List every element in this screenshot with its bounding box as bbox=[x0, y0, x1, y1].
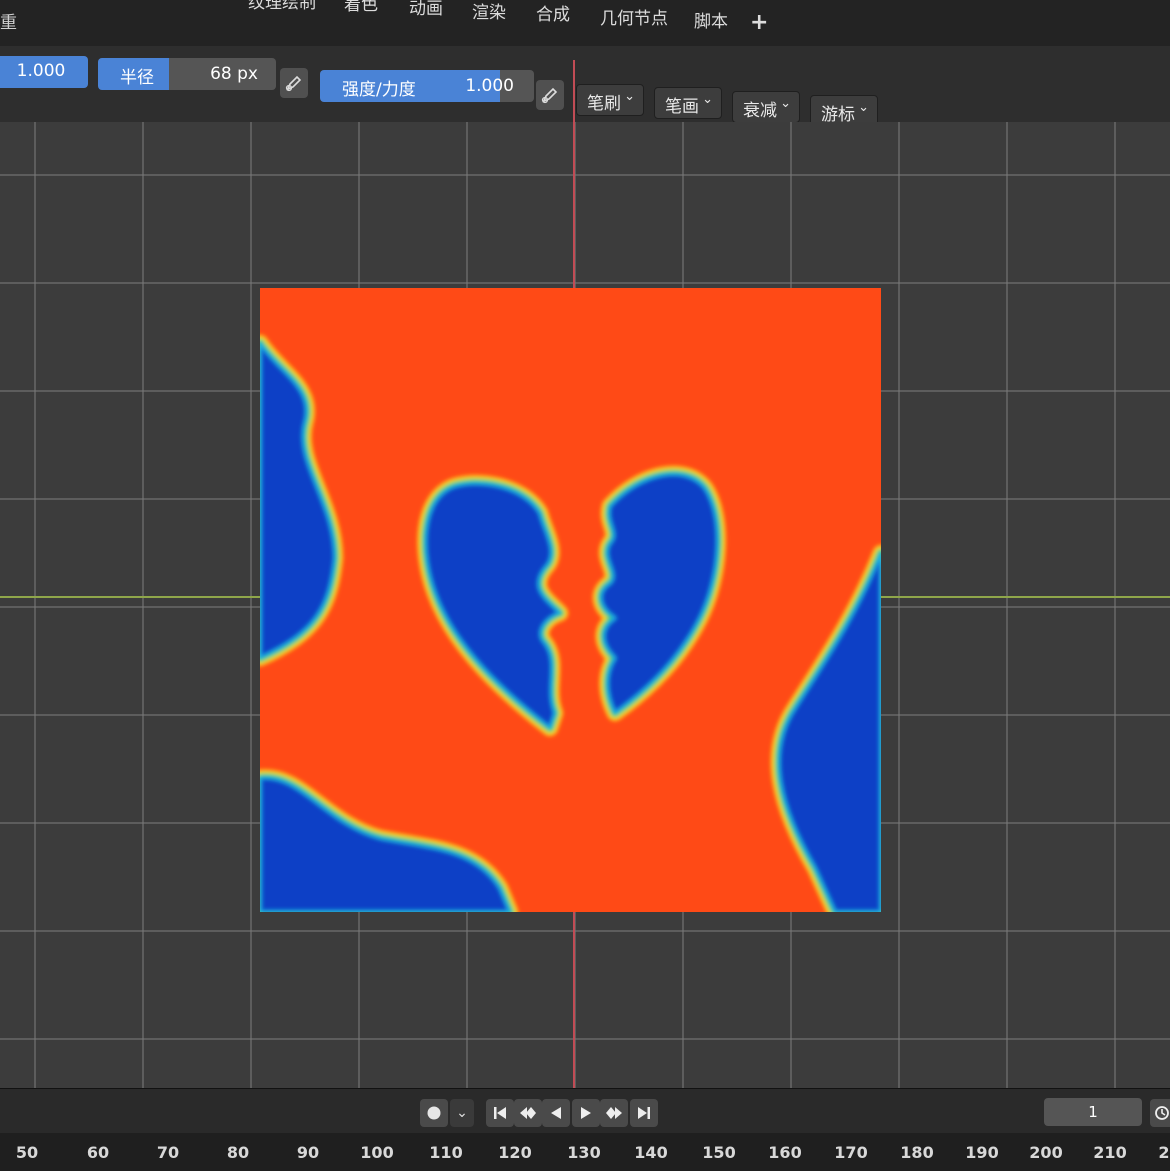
ruler-tick: 170 bbox=[834, 1143, 868, 1162]
strength-label: 强度/力度 bbox=[342, 80, 416, 100]
heatmap-paint-layer bbox=[260, 335, 881, 912]
tab-geometry-nodes[interactable]: 几何节点 bbox=[596, 2, 672, 38]
ruler-tick: 210 bbox=[1093, 1143, 1127, 1162]
tab-shading[interactable]: 着色 bbox=[340, 0, 382, 24]
ruler-tick: 180 bbox=[900, 1143, 934, 1162]
chevron-down-icon: ⌄ bbox=[702, 92, 713, 107]
play-icon[interactable] bbox=[572, 1099, 600, 1127]
radius-value: 68 px bbox=[210, 64, 258, 84]
record-icon[interactable] bbox=[420, 1099, 448, 1127]
jump-end-icon[interactable] bbox=[630, 1099, 658, 1127]
strength-value-field[interactable]: 1.000 bbox=[0, 56, 88, 88]
ruler-tick: 130 bbox=[567, 1143, 601, 1162]
stroke-dropdown[interactable]: 笔画 ⌄ bbox=[654, 87, 722, 119]
ruler-tick: 120 bbox=[498, 1143, 532, 1162]
chevron-down-icon: ⌄ bbox=[780, 96, 791, 111]
tab-scripting[interactable]: 脚本 bbox=[690, 5, 732, 41]
workspace-bar: 重 纹理绘制 着色 动画 渲染 合成 几何节点 脚本 + bbox=[0, 0, 1170, 47]
frame-ruler[interactable]: 50 60 70 80 90 100 110 120 130 140 150 1… bbox=[0, 1133, 1170, 1171]
ruler-tick: 200 bbox=[1029, 1143, 1063, 1162]
ruler-tick: 160 bbox=[768, 1143, 802, 1162]
strength-value-text: 1.000 bbox=[16, 61, 66, 81]
ruler-tick: 80 bbox=[226, 1143, 250, 1162]
stroke-dropdown-label: 笔画 bbox=[665, 97, 699, 117]
prev-keyframe-icon[interactable] bbox=[514, 1099, 542, 1127]
jump-start-icon[interactable] bbox=[486, 1099, 514, 1127]
falloff-dropdown[interactable]: 衰减 ⌄ bbox=[732, 91, 800, 123]
ruler-tick: 140 bbox=[634, 1143, 668, 1162]
pen-pressure-icon[interactable] bbox=[536, 80, 564, 110]
current-frame-field[interactable]: 1 bbox=[1044, 1098, 1142, 1126]
ruler-tick: 2 bbox=[1158, 1143, 1170, 1162]
ruler-tick: 70 bbox=[156, 1143, 180, 1162]
add-workspace-button[interactable]: + bbox=[746, 6, 772, 42]
ruler-tick: 150 bbox=[702, 1143, 736, 1162]
brush-dropdown[interactable]: 笔刷 ⌄ bbox=[576, 84, 644, 116]
chevron-down-icon: ⌄ bbox=[624, 89, 635, 104]
brush-dropdown-label: 笔刷 bbox=[587, 94, 621, 114]
radius-field[interactable]: 半径 68 px bbox=[98, 58, 276, 90]
strength-field[interactable]: 强度/力度 1.000 bbox=[320, 70, 534, 102]
ruler-tick: 50 bbox=[15, 1143, 39, 1162]
ruler-tick: 90 bbox=[296, 1143, 320, 1162]
chevron-down-icon: ⌄ bbox=[858, 100, 869, 115]
tab-animation[interactable]: 动画 bbox=[405, 0, 447, 28]
next-keyframe-icon[interactable] bbox=[600, 1099, 628, 1127]
timeline-panel: ⌄ 1 50 60 70 80 90 100 110 120 130 140 1… bbox=[0, 1088, 1170, 1171]
ruler-tick: 100 bbox=[360, 1143, 394, 1162]
tab-rendering[interactable]: 渲染 bbox=[468, 0, 510, 32]
ruler-tick: 110 bbox=[429, 1143, 463, 1162]
ruler-tick: 190 bbox=[965, 1143, 999, 1162]
falloff-dropdown-label: 衰减 bbox=[743, 101, 777, 121]
radius-label: 半径 bbox=[120, 68, 154, 88]
ruler-tick: 60 bbox=[86, 1143, 110, 1162]
chevron-down-icon[interactable]: ⌄ bbox=[450, 1099, 474, 1127]
pen-pressure-icon[interactable] bbox=[280, 68, 308, 98]
tab-compositing[interactable]: 合成 bbox=[532, 0, 574, 34]
left-menu-fragment[interactable]: 重 bbox=[0, 8, 17, 33]
tab-texture-paint[interactable]: 纹理绘制 bbox=[244, 0, 320, 22]
strength-value: 1.000 bbox=[465, 76, 514, 96]
painted-texture-canvas[interactable] bbox=[260, 288, 881, 912]
clock-icon[interactable] bbox=[1150, 1099, 1170, 1127]
play-reverse-icon[interactable] bbox=[542, 1099, 570, 1127]
tool-header: 1.000 半径 68 px 强度/力度 1.000 笔刷 ⌄ 笔画 ⌄ 衰减 … bbox=[0, 46, 1170, 127]
